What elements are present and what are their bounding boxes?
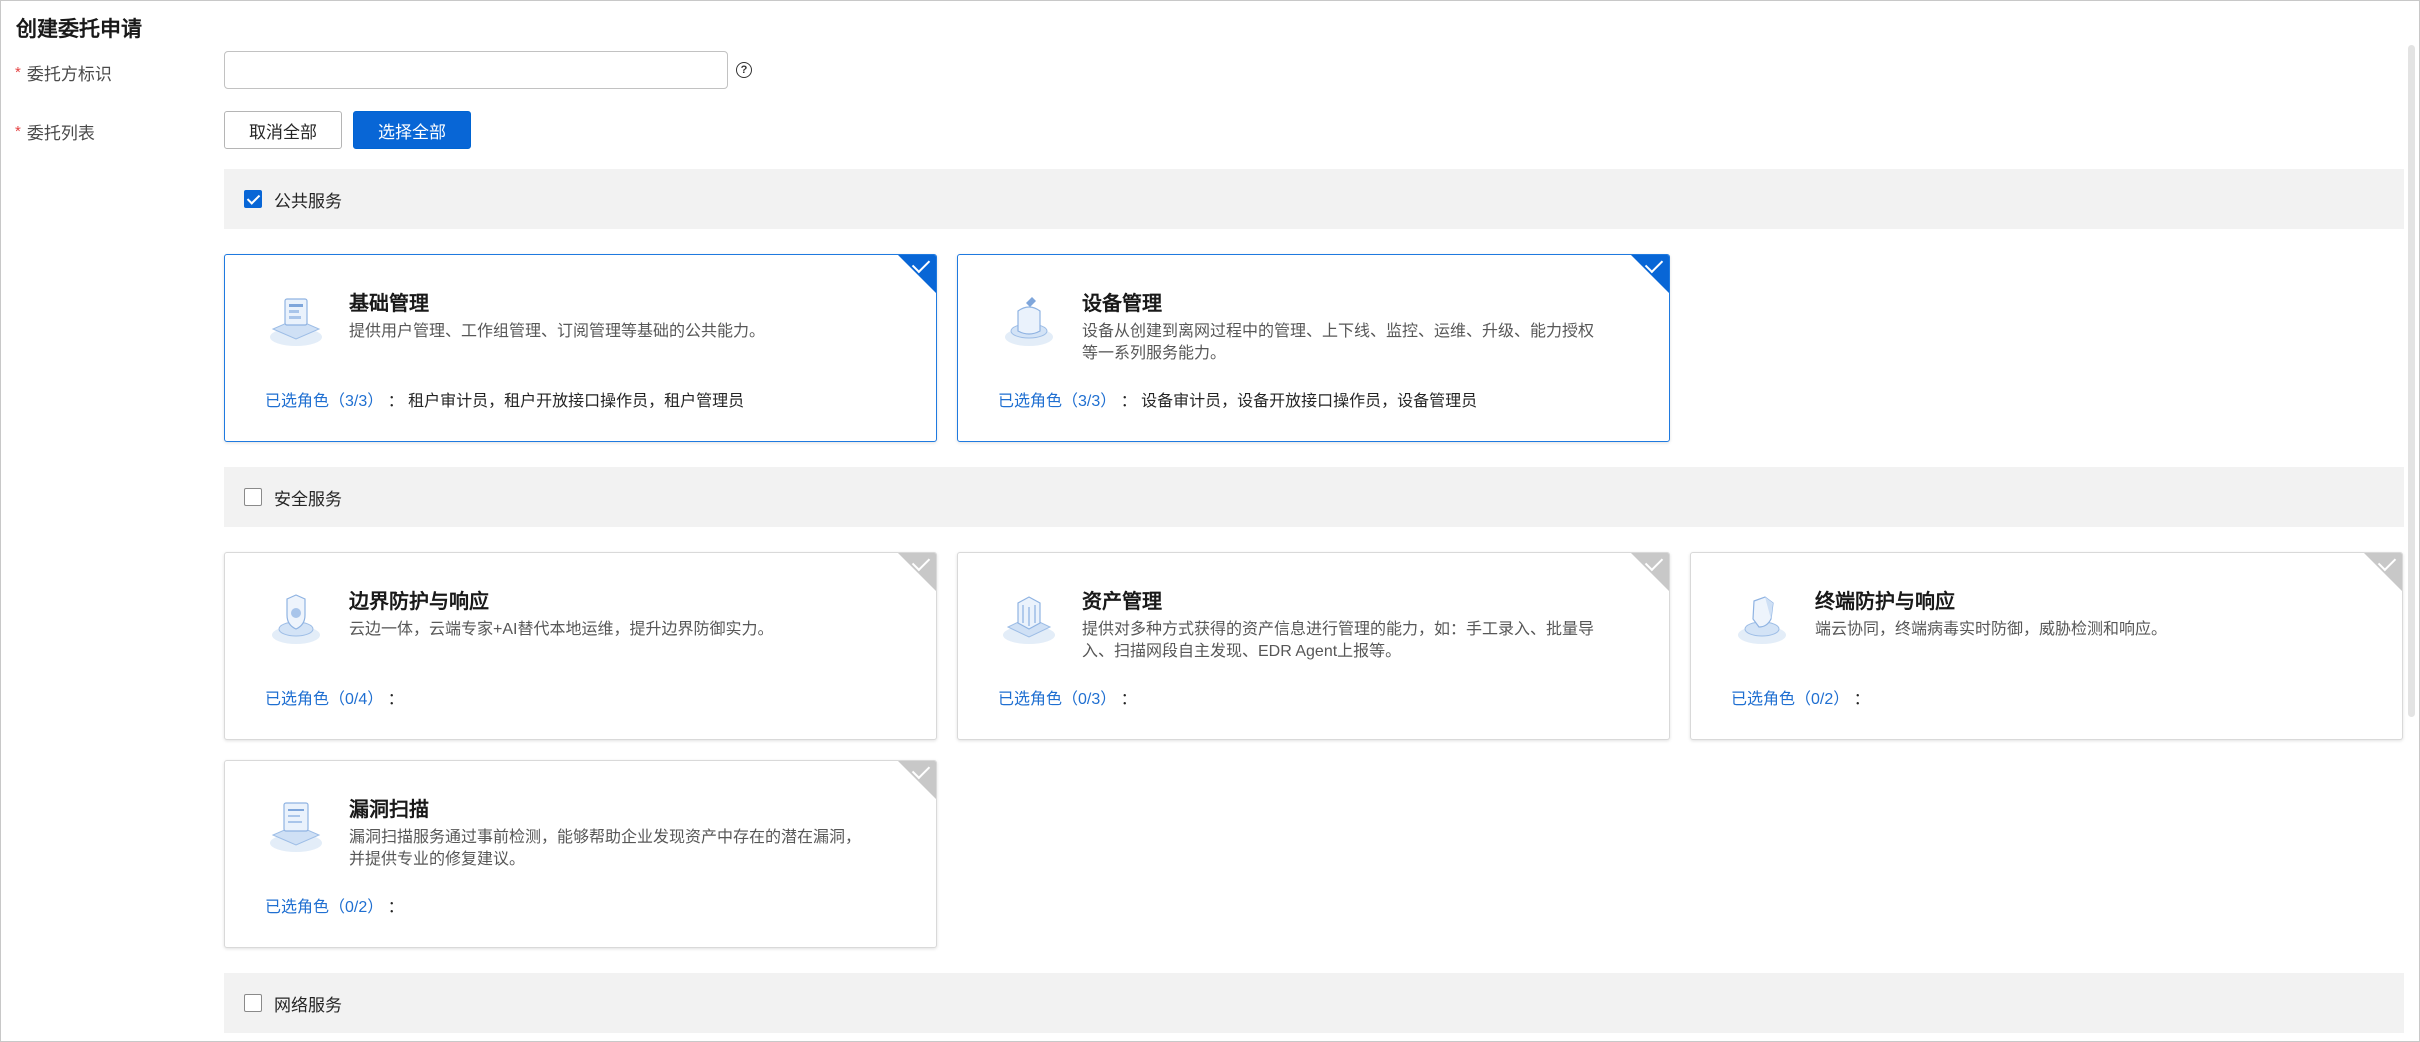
service-card-vulnerability-scan[interactable]: 漏洞扫描 漏洞扫描服务通过事前检测，能够帮助企业发现资产中存在的潜在漏洞，并提供… [224, 760, 937, 948]
app-frame: 创建委托申请 * 委托方标识 ? * 委托列表 取消全部 选择全部 公共服务 基础管… [0, 0, 2420, 1042]
device-icon [1005, 297, 1053, 346]
card-roles: 已选角色（3/3） ： 设备审计员，设备开放接口操作员，设备管理员 [998, 393, 1478, 410]
service-card-device-management[interactable]: 设备管理 设备从创建到离网过程中的管理、上下线、监控、运维、升级、能力授权等一系… [957, 254, 1670, 442]
card-description: 提供对多种方式获得的资产信息进行管理的能力，如：手工录入、批量导入、扫描网段自主… [1082, 621, 1595, 660]
card-roles: 已选角色（0/3） ： [998, 691, 1137, 708]
card-roles: 已选角色（0/4） ： [265, 691, 404, 708]
page-title: 创建委托申请 [16, 18, 142, 41]
service-card-endpoint-protection[interactable]: 终端防护与响应 端云协同，终端病毒实时防御，威胁检测和响应。 已选角色（0/2）… [1690, 552, 2403, 740]
selected-roles-count[interactable]: 已选角色（0/2） [1731, 691, 1849, 708]
card-roles: 已选角色（3/3） ： 租户审计员，租户开放接口操作员，租户管理员 [265, 393, 745, 410]
group-security-services[interactable]: 安全服务 [224, 467, 2404, 527]
card-description: 漏洞扫描服务通过事前检测，能够帮助企业发现资产中存在的潜在漏洞，并提供专业的修复… [349, 829, 862, 868]
select-all-button[interactable]: 选择全部 [353, 111, 471, 149]
card-description: 提供用户管理、工作组管理、订阅管理等基础的公共能力。 [349, 323, 766, 340]
server-icon [1003, 596, 1055, 644]
delegate-id-label: * 委托方标识 [15, 64, 112, 84]
card-title: 漏洞扫描 [349, 799, 429, 821]
card-title: 资产管理 [1082, 591, 1162, 613]
selected-roles-count[interactable]: 已选角色（3/3） [998, 393, 1116, 410]
group-label: 安全服务 [274, 489, 342, 509]
service-card-asset-management[interactable]: 资产管理 提供对多种方式获得的资产信息进行管理的能力，如：手工录入、批量导入、扫… [957, 552, 1670, 740]
card-roles: 已选角色（0/2） ： [265, 899, 404, 916]
card-description: 云边一体，云端专家+AI替代本地运维，提升边界防御实力。 [349, 621, 774, 638]
group-checkbox[interactable] [244, 488, 262, 506]
shield-icon [272, 594, 320, 644]
service-card-boundary-protection[interactable]: 边界防护与响应 云边一体，云端专家+AI替代本地运维，提升边界防御实力。 已选角… [224, 552, 937, 740]
console-icon [270, 298, 322, 346]
group-checkbox[interactable] [244, 994, 262, 1012]
help-icon[interactable]: ? [736, 62, 752, 78]
group-public-services[interactable]: 公共服务 [224, 169, 2404, 229]
group-label: 网络服务 [274, 995, 342, 1015]
required-mark: * [15, 64, 21, 81]
selected-roles-count[interactable]: 已选角色（0/4） [265, 691, 383, 708]
selected-roles-list: 设备审计员，设备开放接口操作员，设备管理员 [1141, 393, 1478, 410]
required-mark: * [15, 123, 21, 140]
service-card-basic-management[interactable]: 基础管理 提供用户管理、工作组管理、订阅管理等基础的公共能力。 已选角色（3/3… [224, 254, 937, 442]
selected-roles-count[interactable]: 已选角色（3/3） [265, 393, 383, 410]
card-title: 设备管理 [1082, 293, 1162, 315]
delegate-id-input[interactable] [224, 51, 728, 89]
scan-icon [270, 802, 322, 852]
selected-roles-count[interactable]: 已选角色（0/2） [265, 899, 383, 916]
card-title: 终端防护与响应 [1815, 591, 1955, 613]
group-network-services[interactable]: 网络服务 [224, 973, 2404, 1033]
card-title: 边界防护与响应 [349, 591, 489, 613]
group-label: 公共服务 [274, 191, 342, 211]
terminal-shield-icon [1738, 596, 1786, 644]
group-checkbox[interactable] [244, 190, 262, 208]
card-description: 端云协同，终端病毒实时防御，威胁检测和响应。 [1815, 621, 2168, 638]
card-title: 基础管理 [349, 293, 429, 315]
delegate-list-label: * 委托列表 [15, 123, 95, 143]
selected-roles-list: 租户审计员，租户开放接口操作员，租户管理员 [408, 393, 745, 410]
cancel-all-button[interactable]: 取消全部 [224, 111, 342, 149]
card-description: 设备从创建到离网过程中的管理、上下线、监控、运维、升级、能力授权等一系列服务能力… [1082, 323, 1595, 362]
card-roles: 已选角色（0/2） ： [1731, 691, 1870, 708]
selected-roles-count[interactable]: 已选角色（0/3） [998, 691, 1116, 708]
vertical-scrollbar[interactable] [2408, 45, 2415, 717]
